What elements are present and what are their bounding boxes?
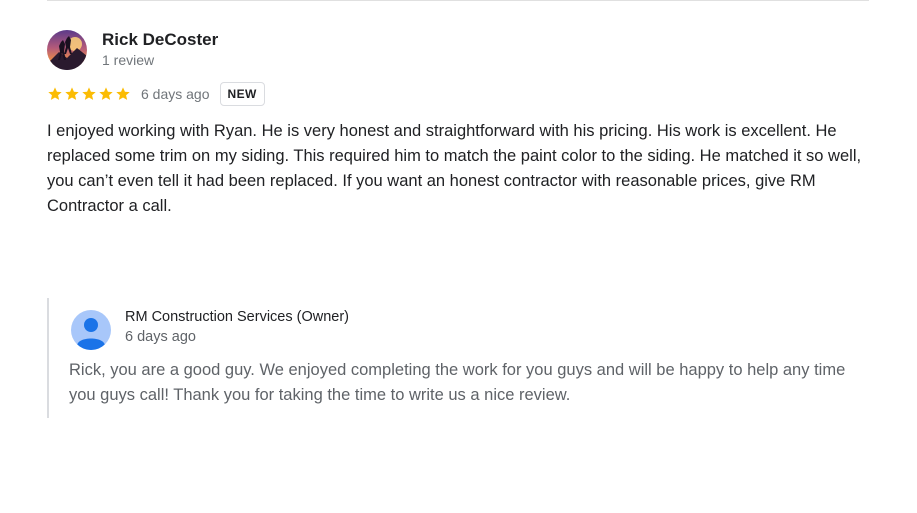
star-icon: [116, 87, 130, 100]
review-text: I enjoyed working with Ryan. He is very …: [47, 122, 862, 215]
star-icon: [65, 87, 79, 100]
owner-reply: RM Construction Services (Owner) 6 days …: [47, 298, 871, 418]
review-card: Rick DeCoster 1 review 6 days ago NEW I …: [0, 0, 917, 513]
divider: [47, 0, 869, 1]
owner-reply-text: Rick, you are a good guy. We enjoyed com…: [69, 361, 846, 404]
star-icon: [48, 87, 62, 100]
reviewer-avatar[interactable]: [47, 30, 87, 70]
owner-reply-date: 6 days ago: [125, 329, 196, 345]
rating-row: 6 days ago NEW: [47, 81, 265, 107]
star-icon: [99, 87, 113, 100]
star-rating: [47, 86, 132, 102]
review-date: 6 days ago: [141, 86, 210, 102]
review-count[interactable]: 1 review: [102, 52, 154, 68]
star-icon: [82, 87, 96, 100]
reviewer-name[interactable]: Rick DeCoster: [102, 30, 218, 50]
new-badge: NEW: [219, 82, 265, 106]
person-icon: [71, 310, 111, 350]
owner-name: RM Construction Services (Owner): [125, 309, 349, 325]
